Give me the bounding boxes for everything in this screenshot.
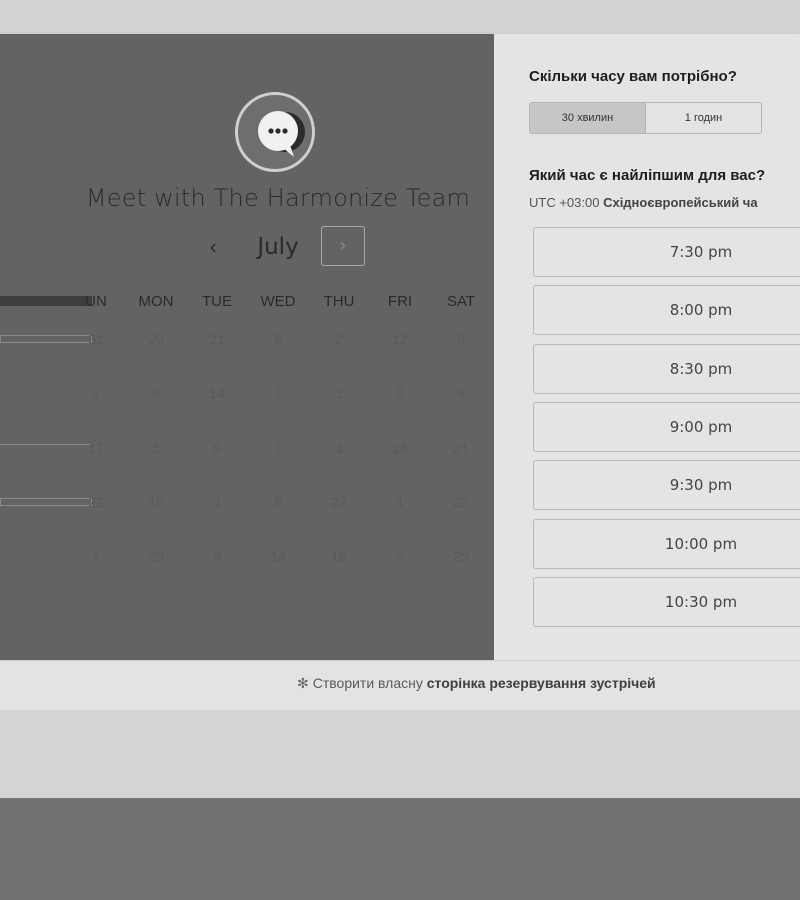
weekday-label: SAT — [446, 293, 476, 310]
calendar-day[interactable]: 1 — [374, 494, 426, 510]
next-month-button[interactable]: › — [321, 226, 365, 266]
page-title: Meet with The Harmonize Team — [85, 184, 471, 212]
calendar-day[interactable]: 26 — [374, 440, 426, 456]
time-slot-label: 7:30 pm — [669, 243, 733, 261]
calendar-day[interactable]: 3 — [313, 440, 365, 456]
time-slot-button[interactable]: 10:00 pm — [533, 518, 800, 569]
weekday-label: WED — [260, 293, 296, 310]
time-slot-label: 10:30 pm — [664, 592, 738, 611]
calendar-panel: Meet with The Harmonize Team ‹ July › UN… — [0, 34, 494, 660]
duration-selector: 30 хвилин 1 годин — [529, 102, 762, 134]
calendar-day[interactable]: 9 — [435, 385, 487, 401]
calendar-day[interactable]: 6 — [435, 331, 487, 347]
timezone-offset: UTC +03:00 — [529, 195, 600, 210]
calendar-day[interactable]: 18 — [130, 494, 182, 510]
calendar-day[interactable]: 7 — [70, 548, 122, 564]
calendar-day[interactable]: 4 — [191, 494, 243, 510]
month-label: July — [257, 234, 299, 260]
create-booking-page-link[interactable]: ✻ Створити власну сторінка резервування з… — [297, 675, 656, 692]
footer: ✻ Створити власну сторінка резервування з… — [0, 660, 800, 711]
calendar-day[interactable]: 9 — [191, 440, 243, 456]
prev-month-button[interactable]: ‹ — [198, 232, 228, 262]
duration-60-button[interactable]: 1 годин — [646, 103, 761, 133]
chat-bubble-icon — [258, 111, 305, 157]
sprocket-icon: ✻ — [297, 675, 309, 691]
calendar-day[interactable]: 8 — [130, 385, 182, 401]
weekday-label: MON — [138, 293, 174, 310]
calendar-day[interactable]: 27 — [313, 494, 365, 510]
calendar-day[interactable]: 7 — [252, 440, 304, 456]
calendar-day[interactable]: 29 — [130, 548, 182, 564]
time-slot-label: 9:00 pm — [669, 417, 733, 436]
time-slot-button[interactable]: 7:30 pm — [533, 227, 800, 277]
time-slot-button[interactable]: 9:30 pm — [533, 460, 800, 511]
calendar-day[interactable]: 17 — [70, 440, 122, 456]
timezone-name: Східноєвропейський ча — [603, 195, 758, 210]
time-slot-label: 8:30 pm — [669, 359, 733, 378]
weekday-label: THU — [323, 293, 355, 310]
calendar-day[interactable]: 15 — [313, 548, 365, 564]
time-question: Який час є найліпшим для вас? — [529, 167, 766, 184]
calendar-day[interactable]: 9 — [252, 494, 304, 510]
duration-30-button[interactable]: 30 хвилин — [530, 103, 646, 133]
calendar-day[interactable]: 21 — [435, 440, 487, 456]
calendar-day[interactable]: 7 — [252, 385, 304, 401]
duration-question: Скільки часу вам потрібно? — [529, 68, 737, 85]
calendar-day[interactable]: 22 — [435, 494, 487, 510]
calendar-day[interactable]: 2 — [313, 331, 365, 347]
weekday-label: UN — [85, 293, 107, 310]
calendar-day[interactable]: 31 — [70, 331, 122, 347]
calendar-day[interactable]: 1 — [313, 385, 365, 401]
calendar-day[interactable]: 22 — [70, 494, 122, 510]
calendar-day[interactable]: 14 — [252, 548, 304, 564]
calendar-day[interactable]: 9 — [252, 331, 304, 347]
calendar-day[interactable]: 14 — [191, 385, 243, 401]
calendar-day[interactable]: 21 — [191, 331, 243, 347]
avatar — [235, 92, 315, 172]
time-slot-button[interactable]: 9:00 pm — [533, 401, 800, 452]
timezone-label: UTC +03:00 Східноєвропейський ча — [529, 195, 758, 210]
calendar-day[interactable]: 9 — [374, 385, 426, 401]
calendar-day[interactable]: 5 — [374, 548, 426, 564]
weekday-label: TUE — [202, 293, 232, 310]
time-slot-button[interactable]: 8:00 pm — [533, 285, 800, 336]
calendar-day[interactable]: 6 — [191, 548, 243, 564]
time-slot-button[interactable]: 10:30 pm — [533, 576, 800, 627]
footer-bold-text: сторінка резервування зустрічей — [426, 675, 656, 691]
top-strip — [0, 0, 800, 34]
calendar-day[interactable]: 5 — [130, 440, 182, 456]
time-slot-label: 10:00 pm — [664, 534, 738, 553]
time-slot-label: 9:30 pm — [669, 476, 733, 495]
calendar-day[interactable]: 20 — [130, 331, 182, 347]
page-background — [0, 710, 800, 798]
time-panel: Скільки часу вам потрібно? 30 хвилин 1 г… — [494, 34, 800, 660]
time-slot-label: 8:00 pm — [669, 301, 733, 320]
page-background-bottom — [0, 798, 800, 900]
weekday-label: FRI — [387, 293, 413, 310]
time-slot-button[interactable]: 8:30 pm — [533, 343, 800, 394]
calendar-day[interactable]: 25 — [435, 548, 487, 564]
footer-prefix: Створити власну — [312, 675, 423, 691]
calendar-day[interactable]: 12 — [374, 331, 426, 347]
calendar-day[interactable]: 1 — [70, 385, 122, 401]
